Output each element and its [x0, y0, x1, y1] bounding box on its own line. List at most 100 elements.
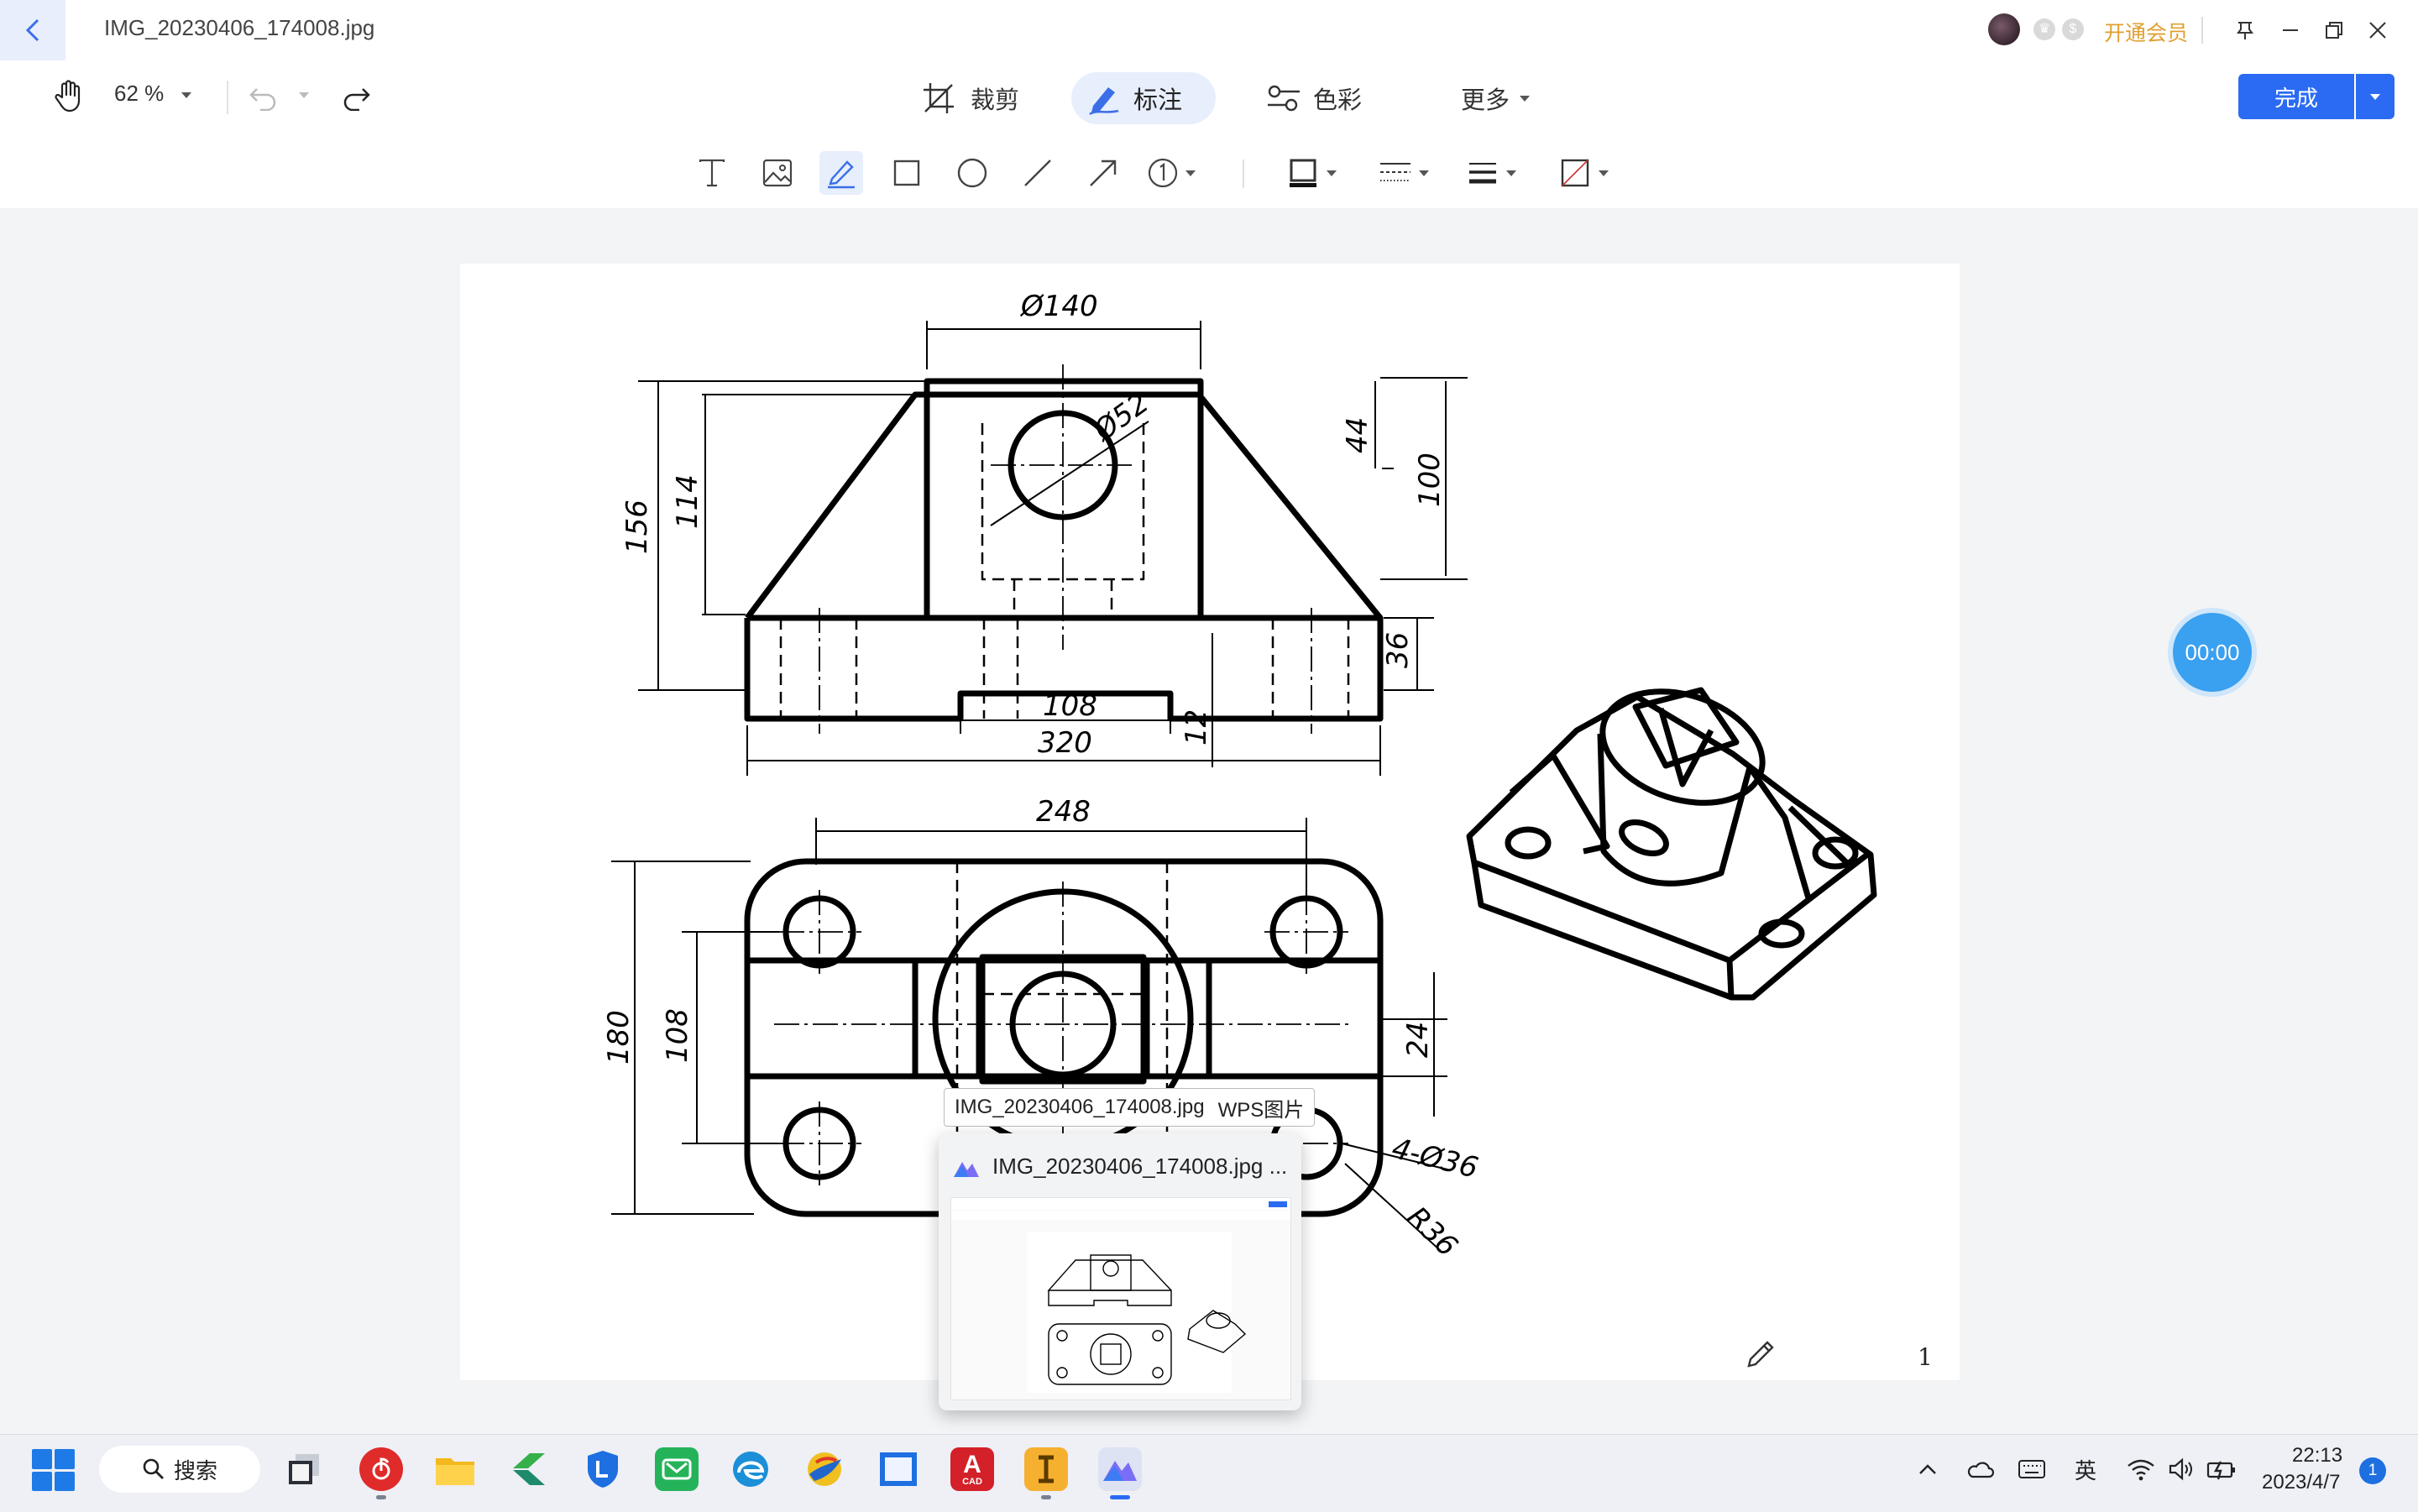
file-explorer-app[interactable] — [433, 1447, 477, 1491]
number-dropdown-icon — [1185, 170, 1196, 176]
taskbar-window-preview[interactable]: IMG_20230406_174008.jpg ... — [939, 1133, 1301, 1410]
wps-picture-icon — [1103, 1461, 1137, 1481]
coin-badge-icon: $ — [2062, 18, 2084, 40]
taskbar-tooltip: IMG_20230406_174008.jpg WPS图片 — [944, 1088, 1316, 1127]
bird-icon — [808, 1452, 841, 1486]
netease-music-app[interactable] — [359, 1447, 403, 1491]
windows-logo-icon — [32, 1449, 52, 1469]
inventor-app[interactable] — [1024, 1447, 1068, 1491]
line-width-button[interactable] — [1468, 151, 1531, 195]
board-app[interactable] — [877, 1447, 920, 1491]
text-tool-button[interactable] — [690, 151, 734, 195]
edge-browser-app[interactable] — [729, 1447, 772, 1491]
fill-color-icon — [1561, 159, 1589, 187]
close-icon — [2369, 22, 2386, 39]
line-style-button[interactable] — [1379, 151, 1442, 195]
dim-text-h156: 156 — [620, 500, 654, 554]
autocad-label: CAD — [962, 1476, 982, 1487]
image-tool-button[interactable] — [756, 151, 799, 195]
tab-annotate[interactable]: 标注 — [1071, 72, 1216, 124]
taskbar-search[interactable]: 搜索 — [99, 1446, 260, 1493]
user-avatar[interactable] — [1988, 13, 2020, 45]
notification-badge[interactable]: 1 — [2359, 1457, 2386, 1484]
line-icon — [1024, 160, 1051, 186]
security-app[interactable] — [581, 1447, 625, 1491]
folder-icon — [436, 1458, 474, 1485]
speaker-icon — [2169, 1457, 2192, 1481]
tab-more[interactable]: 更多 — [1461, 72, 1553, 124]
green-arrow-icon — [513, 1453, 545, 1485]
close-button[interactable] — [2359, 12, 2396, 49]
tab-color[interactable]: 色彩 — [1266, 72, 1375, 124]
wifi-button[interactable] — [2126, 1454, 2156, 1484]
ime-indicator[interactable]: 英 — [2070, 1454, 2101, 1484]
green-app[interactable] — [507, 1447, 551, 1491]
divider — [1243, 160, 1244, 188]
zoom-level[interactable]: 62 % — [114, 81, 164, 107]
hand-icon — [55, 80, 81, 112]
clock-date[interactable]: 2023/4/7 — [2262, 1471, 2340, 1494]
rectangle-icon — [893, 160, 920, 186]
dim-text-r36: R36 — [1400, 1201, 1464, 1263]
clock-time[interactable]: 22:13 — [2292, 1444, 2342, 1468]
autocad-app[interactable]: A CAD — [950, 1447, 994, 1491]
circle-icon — [957, 158, 987, 188]
dim-text-w108: 108 — [1043, 689, 1097, 723]
back-button[interactable] — [0, 0, 65, 60]
done-dropdown-button[interactable] — [2356, 74, 2394, 119]
rectangle-tool-button[interactable] — [885, 151, 929, 195]
search-icon — [143, 1458, 164, 1479]
edit-annotation-button[interactable] — [1743, 1335, 1780, 1372]
volume-button[interactable] — [2166, 1454, 2196, 1484]
wechat-app[interactable] — [655, 1447, 699, 1491]
more-dropdown-icon — [1520, 95, 1531, 102]
dim-text-h36: 36 — [1381, 632, 1415, 668]
number-stamp-tool-button[interactable] — [1147, 151, 1206, 195]
start-button[interactable] — [32, 1449, 75, 1491]
recording-timer[interactable]: 00:00 — [2173, 613, 2252, 692]
task-view-app[interactable] — [282, 1447, 326, 1491]
restore-button[interactable] — [2316, 12, 2353, 49]
dim-text-h12: 12 — [1180, 709, 1213, 746]
search-label: 搜索 — [173, 1457, 217, 1483]
tab-crop[interactable]: 裁剪 — [922, 72, 1031, 124]
tray-overflow-button[interactable] — [1913, 1454, 1943, 1484]
birdie-app[interactable] — [803, 1447, 846, 1491]
battery-button[interactable] — [2206, 1454, 2237, 1484]
chevron-up-icon — [1919, 1464, 1936, 1474]
wps-picture-app[interactable] — [1098, 1447, 1142, 1491]
zoom-dropdown-icon[interactable] — [181, 92, 191, 98]
pin-icon — [2237, 22, 2253, 39]
ellipse-tool-button[interactable] — [950, 151, 994, 195]
undo-icon — [249, 88, 276, 111]
open-membership-link[interactable]: 开通会员 — [2104, 17, 2188, 47]
number-circle-icon — [1148, 158, 1178, 188]
undo-button[interactable] — [245, 79, 282, 116]
line-width-icon — [1469, 163, 1496, 184]
pen-tool-button[interactable] — [819, 151, 863, 195]
touch-keyboard-button[interactable] — [2017, 1454, 2047, 1484]
dim-text-d140: Ø140 — [1019, 290, 1098, 323]
keyboard-icon — [2018, 1460, 2045, 1478]
image-icon — [762, 159, 793, 187]
hand-tool-button[interactable] — [50, 77, 87, 114]
fill-color-button[interactable] — [1560, 151, 1624, 195]
line-style-icon — [1380, 163, 1410, 181]
edge-icon — [733, 1452, 768, 1487]
minimize-button[interactable] — [2272, 12, 2309, 49]
redo-button[interactable] — [338, 79, 374, 116]
line-tool-button[interactable] — [1016, 151, 1060, 195]
onedrive-button[interactable] — [1965, 1454, 1995, 1484]
border-color-button[interactable] — [1288, 151, 1352, 195]
done-button[interactable]: 完成 — [2238, 74, 2354, 119]
task-view-icon — [289, 1454, 319, 1484]
color-adjust-icon — [1268, 85, 1300, 112]
tab-annotate-label: 标注 — [1133, 87, 1183, 114]
dim-text-h24: 24 — [1401, 1022, 1435, 1058]
dim-text-w320: 320 — [1038, 726, 1092, 760]
vip-badge-icon: ♛ — [2033, 18, 2055, 40]
arrow-tool-button[interactable] — [1081, 151, 1125, 195]
pin-button[interactable] — [2227, 12, 2264, 49]
wifi-icon — [2128, 1459, 2154, 1481]
undo-dropdown-icon[interactable] — [299, 92, 309, 98]
